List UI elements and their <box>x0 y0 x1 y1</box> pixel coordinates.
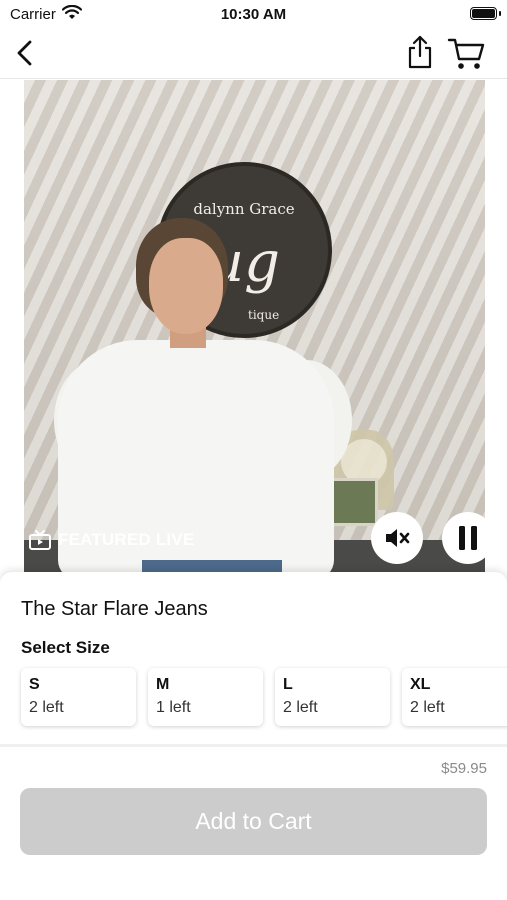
live-video-player[interactable]: dalynn Grace ug tique FEATURED LIVE <box>24 80 485 580</box>
presenter-face <box>149 238 223 334</box>
pause-button[interactable] <box>442 512 485 564</box>
mute-icon <box>386 529 410 547</box>
pause-icon <box>459 526 477 550</box>
product-price: $59.95 <box>441 760 487 777</box>
tv-icon <box>29 530 51 550</box>
product-title: The Star Flare Jeans <box>21 598 208 620</box>
share-button[interactable] <box>404 34 436 70</box>
size-stock: 2 left <box>283 699 318 716</box>
mute-button[interactable] <box>371 512 423 564</box>
size-stock: 1 left <box>156 699 191 716</box>
status-bar: Carrier 10:30 AM <box>0 0 507 28</box>
size-option-m[interactable]: M 1 left <box>148 668 263 726</box>
size-option-l[interactable]: L 2 left <box>275 668 390 726</box>
size-option-s[interactable]: S 2 left <box>21 668 136 726</box>
featured-live-badge: FEATURED LIVE <box>28 528 194 552</box>
size-option-xl[interactable]: XL 2 left <box>402 668 507 726</box>
size-name: M <box>156 676 170 693</box>
battery-tip <box>499 11 501 16</box>
cart-button[interactable] <box>446 34 486 72</box>
status-time: 10:30 AM <box>220 6 287 23</box>
battery-icon <box>470 7 497 20</box>
sign-subtext: tique <box>248 308 280 322</box>
size-name: XL <box>410 676 431 693</box>
featured-live-label: FEATURED LIVE <box>58 530 195 549</box>
back-button[interactable] <box>10 36 42 70</box>
chevron-left-icon <box>17 40 32 66</box>
add-to-cart-button[interactable]: Add to Cart <box>20 788 487 855</box>
size-stock: 2 left <box>29 699 64 716</box>
sign-text: dalynn Grace <box>193 200 295 218</box>
size-name: S <box>29 676 40 693</box>
size-stock: 2 left <box>410 699 445 716</box>
add-to-cart-label: Add to Cart <box>195 808 312 834</box>
cart-icon <box>447 38 485 69</box>
divider <box>0 744 507 747</box>
product-sheet: The Star Flare Jeans Select Size S 2 lef… <box>0 572 507 900</box>
size-selector: S 2 left M 1 left L 2 left XL 2 left <box>21 668 507 728</box>
size-name: L <box>283 676 293 693</box>
select-size-label: Select Size <box>21 638 110 657</box>
share-icon <box>408 35 432 69</box>
navigation-bar <box>0 28 507 79</box>
